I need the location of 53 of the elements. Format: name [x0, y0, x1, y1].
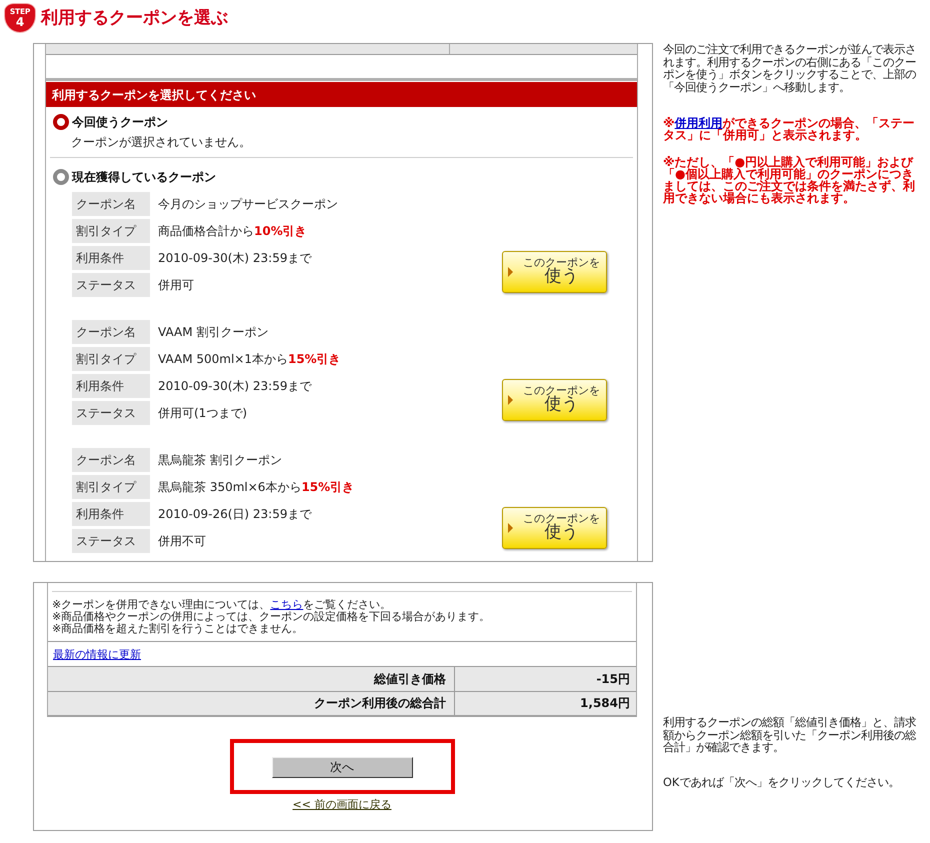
option-label: 現在獲得しているクーポン: [72, 168, 216, 186]
field-value: 2010-09-26(日) 23:59まで: [158, 506, 313, 522]
field-value: 今月のショップサービスクーポン: [158, 196, 339, 212]
field-value: 2010-09-30(木) 23:59まで: [158, 378, 313, 394]
field-value: 併用可(1つまで): [158, 404, 248, 422]
refresh-link[interactable]: 最新の情報に更新: [53, 646, 141, 662]
option-label: 今回使うクーポン: [72, 114, 168, 130]
use-coupon-button[interactable]: このクーポンを 使う: [502, 250, 607, 292]
text-link[interactable]: こちら: [270, 598, 304, 611]
total-value: 1,584円: [454, 691, 636, 715]
help-text: ※ただし、「●円以上購入で利用可能」および「●個以上購入で利用可能」のクーポンにつきましては、このご注文では条件を満たさず、利用できない場合にも表示されます。: [663, 156, 916, 204]
section-header: 利用するクーポンを選択してください: [46, 78, 637, 107]
radio-button[interactable]: [53, 169, 69, 185]
field-value: 商品価格合計から10%引き: [158, 222, 308, 240]
field-value: 黒烏龍茶 350ml×6本から15%引き: [158, 478, 356, 496]
field-value: VAAM 500ml×1本から15%引き: [158, 350, 342, 368]
field-label: ステータス: [72, 273, 150, 297]
field-value: 併用可: [158, 276, 195, 294]
help-text: OKであれば「次へ」をクリックしてください。: [663, 776, 900, 789]
field-label: クーポン名: [72, 320, 150, 344]
note-text: ※商品価格やクーポンの併用によっては、クーポンの設定価格を下回る場合があります。: [52, 611, 490, 623]
help-text: 今回のご注文で利用できるクーポンが並んで表示されます。利用するクーポンの右側にある「このクーポンを使う」ボタンをクリックすることで、上部の「今回使うクーポン」へ移動します。: [663, 44, 917, 94]
triangle-icon: [508, 394, 513, 404]
field-value: 黒烏龍茶 割引クーポン: [158, 452, 283, 468]
help-text: ※併用利用ができるクーポンの場合、「ステータス」に「併用可」と表示されます。: [663, 117, 916, 141]
field-label: 割引タイプ: [72, 475, 150, 499]
back-link[interactable]: << 前の画面に戻る: [292, 797, 392, 812]
field-label: 利用条件: [72, 374, 150, 398]
field-label: 割引タイプ: [72, 219, 150, 243]
triangle-icon: [508, 266, 513, 276]
note-text: ※商品価格を超えた割引を行うことはできません。: [52, 623, 304, 635]
triangle-icon: [508, 522, 513, 532]
total-label: クーポン利用後の総合計: [48, 691, 454, 715]
field-label: 利用条件: [72, 502, 150, 526]
help-text: 利用するクーポンの総額「総値引き価格」と、請求額からクーポン総額を引いた「クーポン利用後の総合計」が確認できます。: [663, 717, 917, 754]
field-value: 2010-09-30(木) 23:59まで: [158, 250, 313, 266]
note-text: ※クーポンを併用できない理由については、こちら をご覧ください。: [52, 599, 392, 611]
field-value: 併用不可: [158, 532, 207, 550]
use-coupon-button[interactable]: このクーポンを 使う: [502, 506, 607, 548]
field-label: 割引タイプ: [72, 347, 150, 371]
field-label: クーポン名: [72, 448, 150, 472]
field-value: VAAM 割引クーポン: [158, 324, 270, 340]
total-label: 総値引き価格: [48, 667, 454, 691]
field-label: ステータス: [72, 529, 150, 553]
page-title: 利用するクーポンを選ぶ: [41, 8, 228, 28]
total-value: -15円: [454, 667, 636, 691]
field-label: 利用条件: [72, 246, 150, 270]
next-button[interactable]: 次へ: [272, 757, 412, 778]
empty-message: クーポンが選択されていません。: [71, 135, 251, 149]
field-label: ステータス: [72, 401, 150, 425]
field-label: クーポン名: [72, 192, 150, 216]
radio-button[interactable]: [53, 114, 69, 130]
use-coupon-button[interactable]: このクーポンを 使う: [502, 378, 607, 420]
